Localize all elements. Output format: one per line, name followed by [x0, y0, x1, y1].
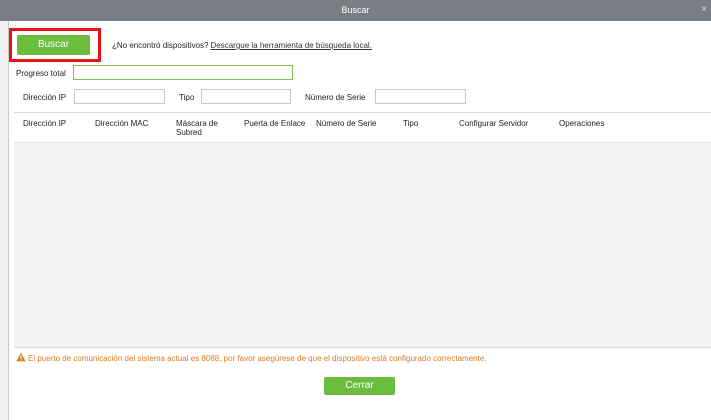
progress-label: Progreso total [16, 69, 66, 78]
progress-bar [73, 65, 293, 80]
warning-triangle-icon [16, 352, 26, 362]
column-header-gateway[interactable]: Puerta de Enlace [244, 119, 305, 128]
column-header-operations[interactable]: Operaciones [559, 119, 604, 128]
column-header-server-config[interactable]: Configurar Servidor [459, 119, 528, 128]
dialog-title: Buscar [341, 5, 370, 15]
device-not-found-hint: ¿No encontró dispositivos? Descargue la h… [112, 41, 372, 50]
close-icon[interactable]: × [701, 4, 707, 15]
type-filter-input[interactable] [201, 89, 291, 104]
serial-filter-input[interactable] [375, 89, 466, 104]
column-header-type[interactable]: Tipo [403, 119, 418, 128]
table-header: Dirección IP Dirección MAC Máscara de Su… [14, 113, 711, 143]
not-found-text: ¿No encontró dispositivos? [112, 41, 209, 50]
table-body [14, 143, 711, 347]
type-filter-label: Tipo [179, 93, 195, 102]
column-header-serial[interactable]: Número de Serie [316, 119, 376, 128]
dialog-titlebar: Buscar × [0, 0, 711, 21]
ip-filter-input[interactable] [74, 89, 165, 104]
download-tool-link[interactable]: Descargue la herramienta de búsqueda loc… [211, 41, 372, 50]
close-button[interactable]: Cerrar [324, 377, 395, 395]
search-button[interactable]: Buscar [17, 35, 90, 55]
device-table: Dirección IP Dirección MAC Máscara de Su… [14, 112, 711, 348]
column-header-ip[interactable]: Dirección IP [23, 119, 66, 128]
serial-filter-label: Número de Serie [305, 93, 366, 102]
column-header-subnet[interactable]: Máscara de Subred [176, 119, 232, 137]
port-warning-text: El puerto de comunicación del sistema ac… [28, 354, 487, 363]
ip-filter-label: Dirección IP [23, 93, 67, 102]
column-header-mac[interactable]: Dirección MAC [95, 119, 148, 128]
